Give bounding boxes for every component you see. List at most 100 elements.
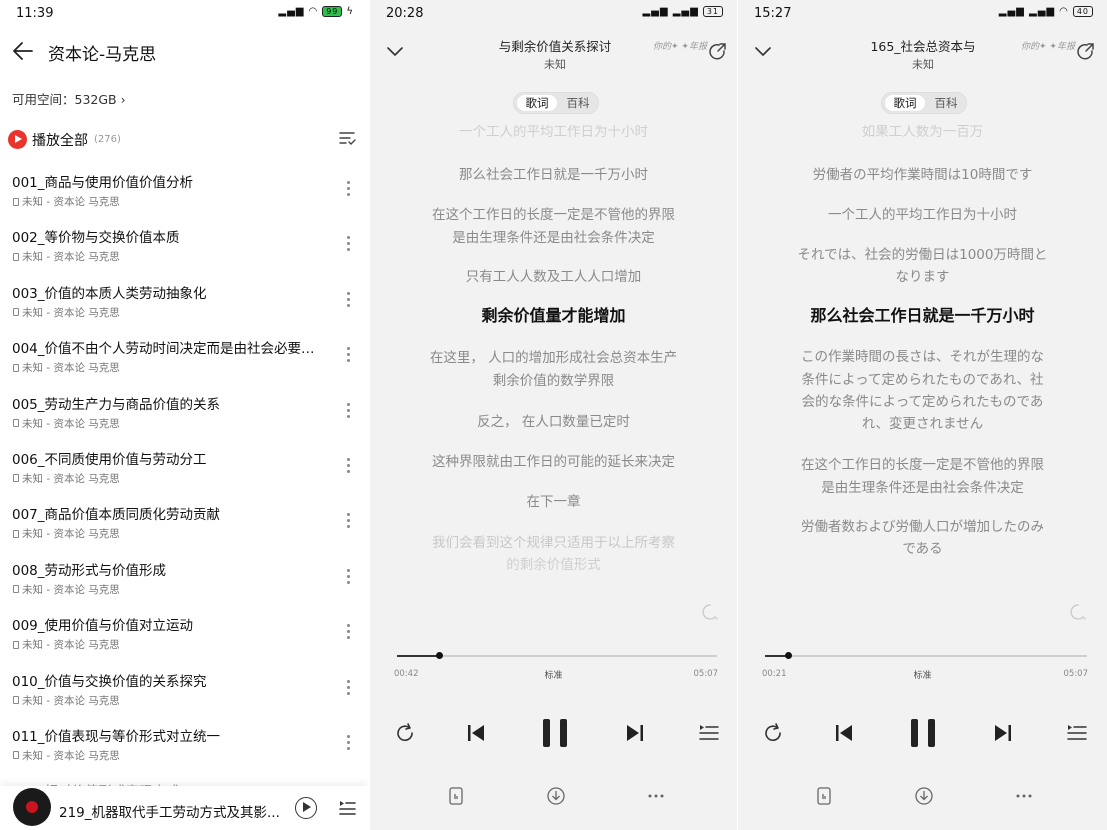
tab-lyrics[interactable]: 歌词 <box>517 95 557 111</box>
lyrics-tab-switch: 歌词 百科 <box>513 92 599 114</box>
track-title: 008_劳动形式与价值形成 <box>12 562 167 579</box>
local-file-icon <box>13 585 19 594</box>
playlist-queue-icon[interactable] <box>338 798 356 816</box>
local-file-icon <box>13 363 19 372</box>
more-options-icon[interactable] <box>646 786 666 806</box>
tab-wiki[interactable]: 百科 <box>928 95 964 111</box>
lyric-line: れ、変更されません <box>861 416 984 432</box>
more-icon[interactable] <box>347 181 351 199</box>
lyric-line-current: 那么社会工作日就是一千万小时 <box>810 306 1035 325</box>
lyrics-panel[interactable]: 如果工人数为一百万 労働者の平均作業時間は10時間です 一个工人的平均工作日为十… <box>758 125 1087 580</box>
next-icon[interactable] <box>624 722 646 744</box>
more-icon[interactable] <box>347 291 351 310</box>
list-item[interactable]: 010_价值与交换价值的关系探究 未知 - 资本论 马克思 <box>0 664 368 719</box>
song-artist[interactable]: 未知 <box>440 56 670 72</box>
repeat-icon[interactable] <box>762 722 784 744</box>
lyric-line: 那么社会工作日就是一千万小时 <box>459 167 648 183</box>
list-item[interactable]: 002_等价物与交换价值本质 未知 - 资本论 马克思 <box>0 220 368 275</box>
progress-knob[interactable] <box>435 652 443 659</box>
tab-lyrics[interactable]: 歌词 <box>885 95 925 111</box>
more-icon[interactable] <box>347 624 351 642</box>
collapse-chevron-icon[interactable] <box>386 42 404 60</box>
list-item[interactable]: 011_价值表现与等价形式对立统一 未知 - 资本论 马克思 <box>0 719 368 774</box>
playlist-icon[interactable] <box>698 722 720 744</box>
device-icon[interactable] <box>446 786 466 806</box>
play-all-label[interactable]: 播放全部 <box>32 130 88 150</box>
track-subtitle: 未知 - 资本论 马克思 <box>13 693 120 708</box>
more-icon[interactable] <box>347 457 351 476</box>
more-icon[interactable] <box>347 513 351 531</box>
collapse-chevron-icon[interactable] <box>754 42 772 60</box>
song-title: 165_社会总资本与 <box>870 39 976 54</box>
local-file-icon <box>13 751 19 760</box>
download-icon[interactable] <box>546 786 566 806</box>
pause-icon[interactable] <box>540 716 570 750</box>
repeat-icon[interactable] <box>394 722 416 744</box>
share-icon[interactable] <box>1076 42 1096 62</box>
list-item[interactable]: 008_劳动形式与价值形成 未知 - 资本论 马克思 <box>0 553 368 608</box>
share-icon[interactable] <box>708 42 728 62</box>
mini-player[interactable]: 219_机器取代手工劳动方式及其影... <box>0 786 368 830</box>
previous-icon[interactable] <box>465 722 487 744</box>
next-icon[interactable] <box>992 722 1014 744</box>
mini-play-button[interactable] <box>295 797 317 819</box>
track-subtitle: 未知 - 资本论 马克思 <box>13 305 120 320</box>
back-arrow-icon[interactable] <box>10 38 36 64</box>
annual-report-badge[interactable]: 你的✦ ✦年报 <box>653 42 707 52</box>
more-icon[interactable] <box>347 236 351 254</box>
lyric-line: 是由生理条件还是由社会条件决定 <box>452 230 655 246</box>
track-subtitle: 未知 - 资本论 马克思 <box>13 582 120 597</box>
status-icons: ▂▄▆ ▂▄▆ ◠ 40 <box>999 6 1093 17</box>
playlist-icon[interactable] <box>1066 722 1088 744</box>
lyric-line: 反之， 在人口数量已定时 <box>477 414 630 430</box>
track-title: 002_等价物与交换价值本质 <box>12 230 180 247</box>
lyric-line: 的剩余价值形式 <box>506 557 601 573</box>
playlist-screen: 11:39 ▂▄▆ ◠ 99 ϟ 资本论-马克思 可用空间：532GB › 播放… <box>0 0 368 830</box>
more-options-icon[interactable] <box>1014 786 1034 806</box>
comment-icon[interactable] <box>700 602 720 622</box>
device-icon[interactable] <box>814 786 834 806</box>
list-item[interactable]: 006_不同质使用价值与劳动分工 未知 - 资本论 马克思 <box>0 442 368 497</box>
album-disc-icon[interactable] <box>13 788 51 826</box>
list-item[interactable]: 001_商品与使用价值价值分析 未知 - 资本论 马克思 <box>0 165 368 220</box>
lyric-line: それでは、社会的労働日は1000万時間と <box>797 247 1048 263</box>
more-icon[interactable] <box>347 402 351 421</box>
track-title: 004_价值不由个人劳动时间决定而是由社会必要… <box>12 341 315 358</box>
more-icon[interactable] <box>347 568 351 587</box>
more-icon[interactable] <box>347 679 351 698</box>
pause-icon[interactable] <box>908 716 938 750</box>
list-item[interactable]: 007_商品价值本质同质化劳动贡献 未知 - 资本论 马克思 <box>0 497 368 552</box>
song-artist[interactable]: 未知 <box>808 56 1038 72</box>
list-item[interactable]: 003_价值的本质人类劳动抽象化 未知 - 资本论 马克思 <box>0 276 368 331</box>
header: 资本论-马克思 <box>0 36 368 70</box>
play-all-row[interactable]: 播放全部 (276) <box>8 128 368 152</box>
list-item[interactable]: 005_劳动生产力与商品价值的关系 未知 - 资本论 马克思 <box>0 387 368 442</box>
track-artist: 未知 - 资本论 马克思 <box>22 362 120 375</box>
lyric-line: なります <box>895 269 950 285</box>
progress-knob[interactable] <box>784 652 792 659</box>
wifi-icon: ◠ <box>308 6 319 17</box>
lyric-line: 剩余价值的数学界限 <box>492 373 615 389</box>
quality-button[interactable]: 标准 <box>370 668 737 681</box>
play-all-icon[interactable] <box>8 130 27 149</box>
download-icon[interactable] <box>914 786 934 806</box>
comment-icon[interactable] <box>1068 602 1088 622</box>
quality-button[interactable]: 标准 <box>738 668 1107 681</box>
progress-bar[interactable] <box>397 652 717 659</box>
status-bar: 11:39 ▂▄▆ ◠ 99 ϟ <box>0 0 368 28</box>
previous-icon[interactable] <box>833 722 855 744</box>
track-artist: 未知 - 资本论 马克思 <box>22 417 120 430</box>
total-time: 05:07 <box>1063 669 1089 679</box>
lyrics-panel[interactable]: 一个工人的平均工作日为十小时 那么社会工作日就是一千万小时 在这个工作日的长度一… <box>390 125 717 580</box>
storage-info[interactable]: 可用空间：532GB › <box>12 89 126 108</box>
mini-player-title[interactable]: 219_机器取代手工劳动方式及其影... <box>59 801 280 821</box>
more-icon[interactable] <box>347 347 351 365</box>
tab-wiki[interactable]: 百科 <box>560 95 596 111</box>
local-file-icon <box>13 696 19 705</box>
progress-bar[interactable] <box>765 652 1087 659</box>
more-icon[interactable] <box>347 734 351 753</box>
annual-report-badge[interactable]: 你的✦ ✦年报 <box>1021 42 1075 52</box>
multi-select-icon[interactable] <box>338 129 356 147</box>
list-item[interactable]: 009_使用价值与价值对立运动 未知 - 资本论 马克思 <box>0 608 368 663</box>
list-item[interactable]: 004_价值不由个人劳动时间决定而是由社会必要… 未知 - 资本论 马克思 <box>0 331 368 386</box>
